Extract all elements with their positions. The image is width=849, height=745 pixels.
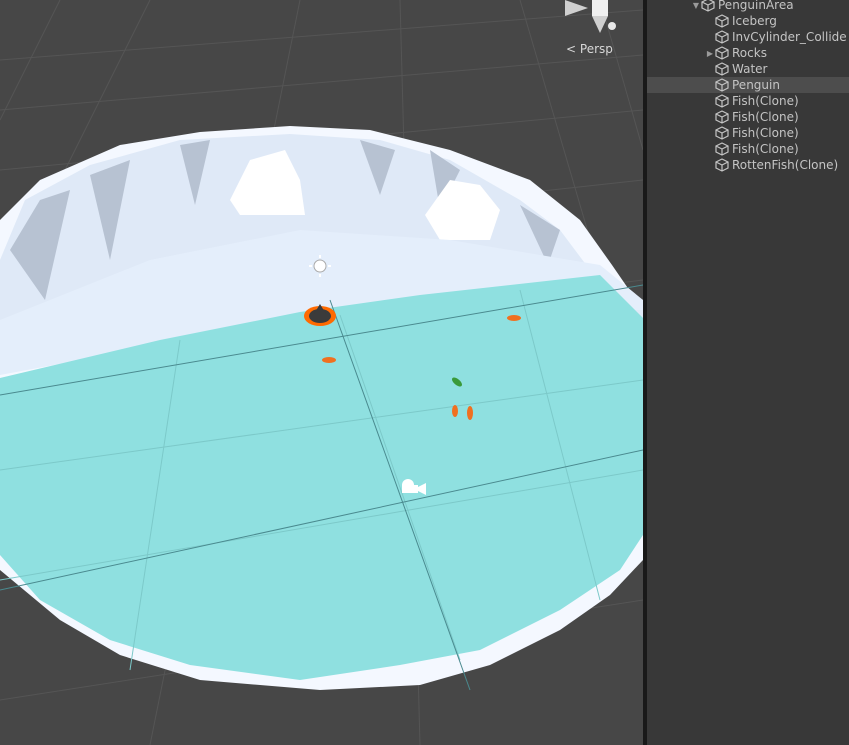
gameobject-cube-icon	[715, 158, 729, 172]
hierarchy-item[interactable]: Water	[647, 61, 849, 77]
gameobject-cube-icon	[715, 14, 729, 28]
projection-toggle[interactable]: < Persp	[566, 42, 613, 56]
hierarchy-item[interactable]: InvCylinder_Collide	[647, 29, 849, 45]
gameobject-cube-icon	[715, 78, 729, 92]
gameobject-cube-icon	[715, 110, 729, 124]
hierarchy-item-label: Rocks	[732, 46, 767, 60]
gameobject-cube-icon	[715, 62, 729, 76]
expand-arrow-icon[interactable]: ▼	[691, 1, 701, 10]
hierarchy-item-label: Water	[732, 62, 768, 76]
hierarchy-panel: ▼ PenguinArea Iceberg InvCylinder_Collide…	[647, 0, 849, 745]
hierarchy-item[interactable]: Fish(Clone)	[647, 141, 849, 157]
hierarchy-item[interactable]: Penguin	[647, 77, 849, 93]
expand-arrow-icon[interactable]: ▶	[705, 49, 715, 58]
hierarchy-item-label: Fish(Clone)	[732, 94, 799, 108]
fish-2[interactable]	[322, 357, 336, 363]
gameobject-cube-icon	[715, 46, 729, 60]
gameobject-cube-icon	[701, 0, 715, 12]
hierarchy-item-label: Penguin	[732, 78, 780, 92]
hierarchy-item[interactable]: ▶ Rocks	[647, 45, 849, 61]
hierarchy-item[interactable]: Fish(Clone)	[647, 109, 849, 125]
hierarchy-item-label: Fish(Clone)	[732, 126, 799, 140]
fish-1[interactable]	[507, 315, 521, 321]
gameobject-cube-icon	[715, 30, 729, 44]
hierarchy-item[interactable]: Iceberg	[647, 13, 849, 29]
fish-3[interactable]	[452, 405, 458, 417]
fish-4[interactable]	[467, 406, 473, 420]
hierarchy-item-label: RottenFish(Clone)	[732, 158, 839, 172]
hierarchy-item-label: Fish(Clone)	[732, 142, 799, 156]
hierarchy-item-label: Fish(Clone)	[732, 110, 799, 124]
chevron-left-icon: <	[566, 42, 577, 56]
hierarchy-item-label: InvCylinder_Collide	[732, 30, 847, 44]
gameobject-cube-icon	[715, 94, 729, 108]
gameobject-cube-icon	[715, 126, 729, 140]
hierarchy-item[interactable]: Fish(Clone)	[647, 125, 849, 141]
hierarchy-root-penguinarea[interactable]: ▼ PenguinArea	[647, 0, 849, 13]
hierarchy-item-label: Iceberg	[732, 14, 777, 28]
gameobject-cube-icon	[715, 142, 729, 156]
hierarchy-item[interactable]: RottenFish(Clone)	[647, 157, 849, 173]
scene-view[interactable]: < Persp	[0, 0, 643, 745]
hierarchy-item[interactable]: Fish(Clone)	[647, 93, 849, 109]
